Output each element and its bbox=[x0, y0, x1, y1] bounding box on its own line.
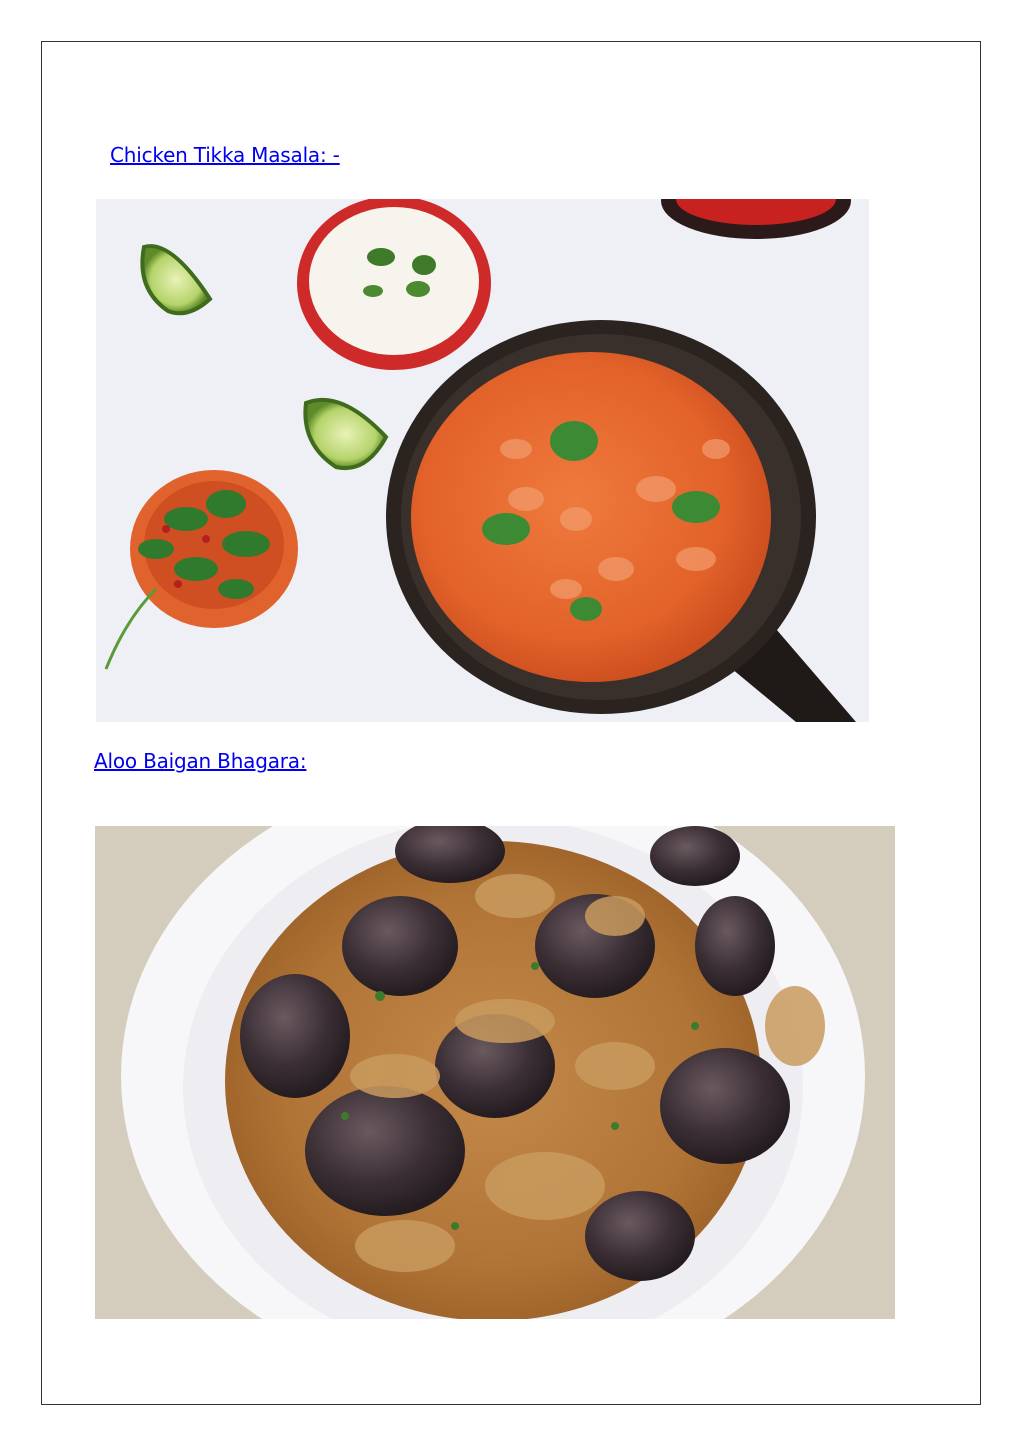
chicken-tikka-masala-photo bbox=[96, 199, 869, 722]
aloo-baigan-bhagara-photo bbox=[95, 826, 895, 1319]
section-heading-aloo-baigan-bhagara[interactable]: Aloo Baigan Bhagara: bbox=[94, 749, 307, 773]
section-heading-chicken-tikka-masala[interactable]: Chicken Tikka Masala: - bbox=[110, 143, 340, 167]
